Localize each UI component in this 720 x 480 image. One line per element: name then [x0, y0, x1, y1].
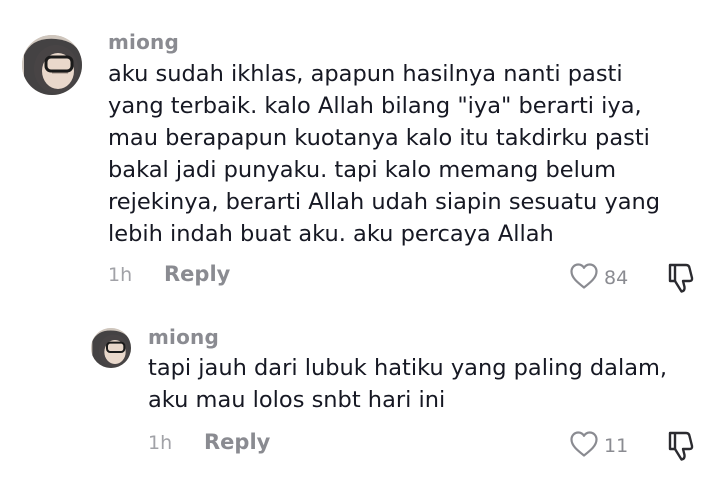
like-button[interactable]: 84: [569, 262, 628, 294]
avatar[interactable]: [91, 328, 131, 368]
avatar[interactable]: [22, 35, 82, 95]
like-count: 84: [604, 267, 629, 289]
dislike-button[interactable]: [666, 262, 696, 298]
reply-comment: miong tapi jauh dari lubuk hatiku yang p…: [0, 300, 720, 480]
comment-text: tapi jauh dari lubuk hatiku yang paling …: [148, 352, 667, 416]
like-count: 11: [604, 435, 629, 457]
heart-outline-icon: [569, 430, 599, 462]
comment-text-line: lebih indah buat aku. aku percaya Allah: [108, 221, 554, 247]
comment-text-line: yang terbaik. kalo Allah bilang "iya" be…: [108, 93, 642, 119]
thumbs-down-icon: [666, 263, 696, 298]
reply-button[interactable]: Reply: [204, 430, 270, 454]
like-button[interactable]: 11: [569, 430, 628, 462]
dislike-button[interactable]: [666, 430, 696, 466]
comment-text-line: aku mau lolos snbt hari ini: [148, 387, 446, 413]
comment-text-line: tapi jauh dari lubuk hatiku yang paling …: [148, 355, 668, 381]
comment-text-line: bakal jadi punyaku. tapi kalo memang bel…: [108, 157, 617, 183]
comment-text-line: mau berapapun kuotanya kalo itu takdirku…: [108, 125, 650, 151]
comment-text: aku sudah ikhlas, apapun hasilnya nanti …: [108, 58, 660, 250]
comment-text-line: aku sudah ikhlas, apapun hasilnya nanti …: [108, 61, 623, 87]
thumbs-down-icon: [666, 431, 696, 466]
comment: miong aku sudah ikhlas, apapun hasilnya …: [0, 0, 720, 300]
comment-timestamp: 1h: [108, 264, 133, 286]
username[interactable]: miong: [108, 30, 179, 54]
comment-timestamp: 1h: [148, 432, 173, 454]
username[interactable]: miong: [148, 325, 219, 349]
heart-outline-icon: [569, 262, 599, 294]
reply-button[interactable]: Reply: [164, 262, 230, 286]
comment-text-line: rejekinya, berarti Allah udah siapin ses…: [108, 189, 661, 215]
